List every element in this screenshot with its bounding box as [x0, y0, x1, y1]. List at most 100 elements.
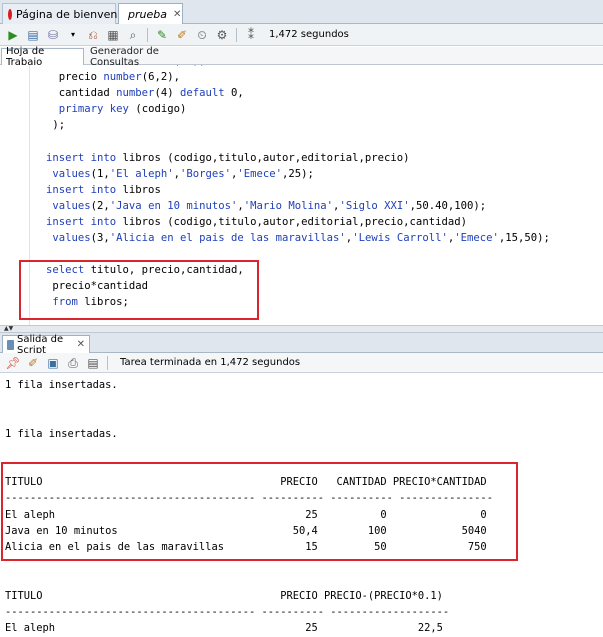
close-icon[interactable]: ✕: [173, 9, 181, 20]
sql-string: 'Lewis Carroll': [352, 232, 448, 245]
sql-editor[interactable]: editorial varchar2(20), precio number(6,…: [0, 65, 603, 325]
sql-keyword: insert into: [46, 183, 117, 196]
output-line: 1 fila insertadas.: [5, 427, 118, 440]
editor-gutter: [0, 65, 30, 325]
sql-keyword: insert into: [46, 215, 117, 228]
sql-text: (3,: [90, 232, 110, 245]
sql-string: 'Emece': [237, 167, 283, 180]
sql-text: 0,: [224, 87, 244, 100]
output-line: 1 fila insertadas.: [5, 379, 118, 391]
output-line: Java en 10 minutos 50,4 100 5040: [5, 524, 487, 537]
sql-text: cantidad: [46, 87, 117, 100]
sql-text: titulo, precio,cantidad,: [84, 264, 244, 277]
sql-text: precio*cantidad: [46, 280, 149, 293]
output-line: ----------------------------------------…: [5, 492, 493, 505]
sql-text: (codigo): [128, 103, 187, 116]
sql-text: (6,2),: [141, 71, 180, 84]
script-output-icon: [7, 339, 14, 350]
sql-keyword: select: [46, 264, 85, 277]
toolbar-divider: [236, 27, 237, 42]
sql-text: ,50.40,100);: [409, 199, 487, 212]
clear-icon[interactable]: ✎: [154, 27, 170, 43]
eraser-icon[interactable]: ✐: [25, 355, 41, 371]
code-line: values(3,'Alicia en el pais de las marav…: [46, 230, 550, 246]
output-line: Alicia en el pais de las maravillas 15 5…: [5, 541, 487, 554]
sql-keyword: insert into: [46, 151, 117, 164]
code-line: precio*cantidad: [46, 278, 550, 294]
code-line: select titulo, precio,cantidad,: [46, 262, 550, 278]
sql-string: 'Mario Molina': [243, 199, 334, 212]
tab-worksheet-label: prueba: [128, 8, 167, 21]
sql-text: (4): [154, 87, 180, 100]
sql-string: 'Siglo XXI': [339, 199, 410, 212]
code-line: values(2,'Java en 10 minutos','Mario Mol…: [46, 198, 550, 214]
pin-icon[interactable]: 📌︎: [5, 355, 21, 371]
script-output[interactable]: 1 fila insertadas. 1 fila insertadas. TI…: [0, 373, 603, 637]
buffer-icon[interactable]: ▤: [85, 355, 101, 371]
bookmark-icon[interactable]: ⁑: [243, 27, 259, 43]
code-line: cantidad number(4) default 0,: [46, 85, 550, 101]
code-line: values(1,'El aleph','Borges','Emece',25)…: [46, 166, 550, 182]
code-line: from libros;: [46, 294, 550, 310]
sql-tuning-icon[interactable]: ⚙: [214, 27, 230, 43]
tab-worksheet[interactable]: prueba ✕: [118, 3, 183, 25]
tab-worksheet-sheet[interactable]: Hoja de Trabajo: [1, 46, 84, 68]
run-script-icon[interactable]: ▤: [25, 27, 41, 43]
commit-icon[interactable]: ⛁: [45, 27, 61, 43]
tab-welcome[interactable]: Página de bienvenida: [2, 3, 134, 24]
output-line: TITULO PRECIO CANTIDAD PRECIO*CANTIDAD: [5, 476, 487, 489]
sql-text: (2,: [90, 199, 110, 212]
sql-keyword: values: [46, 167, 91, 180]
sql-text: libros;: [77, 296, 129, 309]
sql-code[interactable]: editorial varchar2(20), precio number(6,…: [46, 65, 550, 311]
code-line: primary key (codigo): [46, 101, 550, 117]
sql-string: 'Java en 10 minutos': [109, 199, 238, 212]
sql-keyword: values: [46, 232, 91, 245]
code-line: precio number(6,2),: [46, 69, 550, 85]
print-icon[interactable]: ⎙: [65, 355, 81, 371]
tab-query-builder[interactable]: Generador de Consultas: [86, 46, 186, 68]
execution-time: 1,472 segundos: [269, 29, 349, 40]
worksheet-subtabs: Hoja de Trabajo Generador de Consultas: [0, 46, 603, 68]
tab-script-output[interactable]: Salida de Script ✕: [2, 334, 90, 356]
autotrace-icon[interactable]: ⌕: [125, 27, 141, 43]
output-tab-bar: Salida de Script ✕: [0, 333, 603, 356]
sql-keyword: values: [46, 199, 91, 212]
sql-string: 'Alicia en el pais de las maravillas': [109, 232, 346, 245]
sql-text: libros (codigo,titulo,autor,editorial,pr…: [116, 215, 467, 228]
rollback-icon[interactable]: ⎌: [85, 27, 101, 43]
code-line: insert into libros: [46, 182, 550, 198]
sql-text: libros: [116, 183, 161, 196]
close-icon[interactable]: ✕: [77, 339, 85, 350]
oracle-icon: [8, 8, 12, 20]
sql-keyword: number: [103, 71, 142, 84]
sql-text: libros (codigo,titulo,autor,editorial,pr…: [116, 151, 410, 164]
code-line: insert into libros (codigo,titulo,autor,…: [46, 150, 550, 166]
sql-keyword: from: [52, 296, 78, 309]
sql-text: ,25);: [282, 167, 314, 180]
sql-string: 'El aleph': [109, 167, 174, 180]
save-icon[interactable]: ▣: [45, 355, 61, 371]
run-statement-icon[interactable]: ▶: [5, 27, 21, 43]
code-line: );: [46, 117, 550, 133]
output-line: ----------------------------------------…: [5, 605, 450, 618]
sql-text: );: [46, 119, 66, 132]
history-icon[interactable]: ⏲: [194, 27, 210, 43]
toolbar-divider: [107, 355, 108, 370]
chevron-down-icon[interactable]: ▾: [65, 27, 81, 43]
sql-text: ,15,50);: [498, 232, 550, 245]
output-line: TITULO PRECIO PRECIO-(PRECIO*0.1): [5, 589, 443, 602]
format-icon[interactable]: ✐: [174, 27, 190, 43]
sql-string: 'Emece': [454, 232, 499, 245]
explain-plan-icon[interactable]: ▦: [105, 27, 121, 43]
sql-text: precio: [46, 71, 104, 84]
output-status: Tarea terminada en 1,472 segundos: [120, 357, 301, 368]
sql-keyword: number: [116, 87, 155, 100]
panel-splitter[interactable]: ▲▼: [0, 325, 603, 333]
